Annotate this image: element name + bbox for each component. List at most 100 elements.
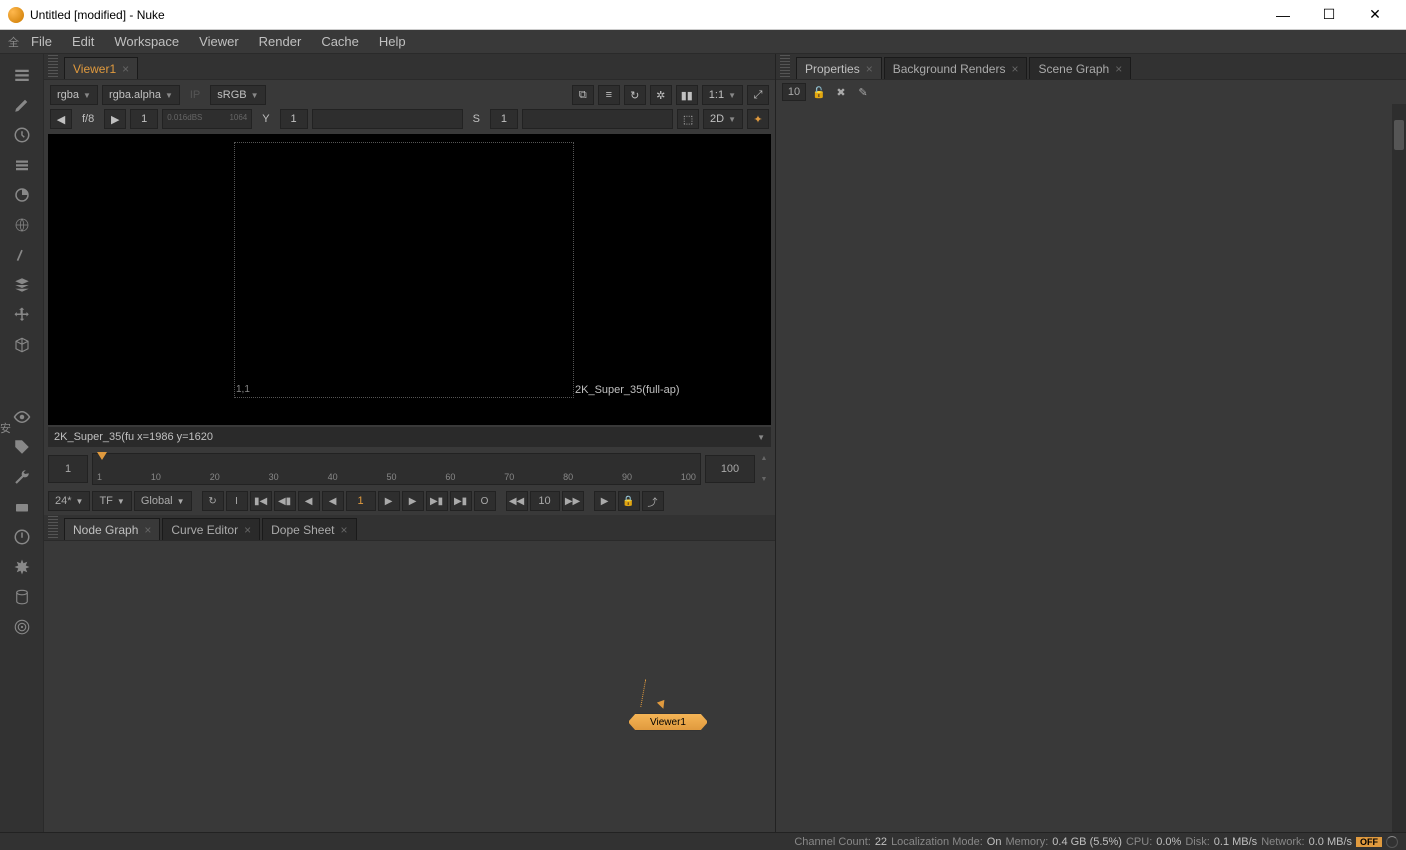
go-start-icon[interactable]: ▮◀ — [250, 491, 272, 511]
pause-icon[interactable]: ▮▮ — [676, 85, 698, 105]
frame-in-field[interactable]: 1 — [48, 455, 88, 483]
prev-key-icon[interactable]: ◀▮ — [274, 491, 296, 511]
tool-layers-icon[interactable] — [0, 150, 44, 180]
panel-grip-icon[interactable] — [780, 55, 790, 77]
close-icon[interactable]: × — [866, 62, 873, 76]
wipe-icon[interactable]: ⧉ — [572, 85, 594, 105]
fstop-left-icon[interactable]: ◀ — [50, 109, 72, 129]
zoom-ratio-dropdown[interactable]: 1:1▼ — [702, 85, 743, 105]
panel-grip-icon[interactable] — [48, 55, 58, 77]
menu-workspace[interactable]: Workspace — [104, 31, 189, 52]
tab-curve-editor[interactable]: Curve Editor × — [162, 518, 260, 540]
close-icon[interactable]: × — [122, 62, 129, 76]
fstop-slider[interactable]: 0.016dBS 1064 — [162, 109, 252, 129]
close-button[interactable]: ✕ — [1352, 0, 1398, 30]
menu-render[interactable]: Render — [249, 31, 312, 52]
flipbook-icon[interactable]: ▶ — [594, 491, 616, 511]
menu-cache[interactable]: Cache — [311, 31, 369, 52]
gear-icon[interactable]: ✲ — [650, 85, 672, 105]
tab-scene-graph[interactable]: Scene Graph × — [1029, 57, 1131, 79]
clear-all-icon[interactable]: ✖ — [832, 83, 850, 101]
frame-out-field[interactable]: 100 — [705, 455, 755, 483]
expand-icon[interactable]: ⤢ — [747, 85, 769, 105]
step-back-icon[interactable]: ◀ — [298, 491, 320, 511]
tool-stack-icon[interactable] — [0, 270, 44, 300]
step-forward-icon[interactable]: ▶ — [402, 491, 424, 511]
tool-pie-icon[interactable] — [0, 180, 44, 210]
s-slider[interactable] — [522, 109, 673, 129]
fps-dropdown[interactable]: 24*▼ — [48, 491, 90, 511]
channel-dropdown[interactable]: rgba▼ — [50, 85, 98, 105]
jump-forward-icon[interactable]: ▶▶ — [562, 491, 584, 511]
close-icon[interactable]: × — [1115, 62, 1122, 76]
menu-viewer[interactable]: Viewer — [189, 31, 249, 52]
close-icon[interactable]: × — [341, 523, 348, 537]
tool-pen-icon[interactable] — [0, 90, 44, 120]
tool-power-icon[interactable] — [0, 522, 44, 552]
tab-background-renders[interactable]: Background Renders × — [884, 57, 1028, 79]
in-point-icon[interactable]: I — [226, 491, 248, 511]
scope-dropdown[interactable]: Global▼ — [134, 491, 192, 511]
export-icon[interactable]: ⤴ — [642, 491, 664, 511]
status-off-badge[interactable]: OFF — [1356, 837, 1382, 847]
tab-viewer1[interactable]: Viewer1 × — [64, 57, 138, 79]
lut-dropdown[interactable]: sRGB▼ — [210, 85, 265, 105]
minimize-button[interactable]: — — [1260, 0, 1306, 30]
alpha-dropdown[interactable]: rgba.alpha▼ — [102, 85, 180, 105]
info-dropdown-icon[interactable]: ▼ — [757, 433, 765, 442]
viewer-canvas[interactable]: 1,1 2K_Super_35(full-ap) — [48, 134, 771, 425]
lock-icon[interactable]: 🔒 — [618, 491, 640, 511]
tool-disk-icon[interactable] — [0, 492, 44, 522]
next-key-icon[interactable]: ▶▮ — [426, 491, 448, 511]
tool-select-icon[interactable] — [0, 60, 44, 90]
viewer-info-bar[interactable]: 2K_Super_35(fu x=1986 y=1620 ▼ — [48, 427, 771, 447]
tool-wrench-icon[interactable] — [0, 462, 44, 492]
timeline-track[interactable]: 1 10 20 30 40 50 60 70 80 90 100 — [92, 453, 701, 485]
tab-node-graph[interactable]: Node Graph × — [64, 518, 160, 540]
scrollbar-thumb[interactable] — [1394, 120, 1404, 150]
out-point-icon[interactable]: O — [474, 491, 496, 511]
jump-back-icon[interactable]: ◀◀ — [506, 491, 528, 511]
menu-help[interactable]: Help — [369, 31, 416, 52]
tab-dope-sheet[interactable]: Dope Sheet × — [262, 518, 356, 540]
node-graph-canvas[interactable]: Viewer1 — [44, 541, 775, 832]
tool-sparkle-icon[interactable] — [0, 360, 44, 390]
lock-open-icon[interactable]: 🔓 — [810, 83, 828, 101]
camera-icon[interactable]: ✦ — [747, 109, 769, 129]
close-icon[interactable]: × — [1011, 62, 1018, 76]
jump-frames-field[interactable]: 10 — [530, 491, 560, 511]
loop-mode-icon[interactable]: ↻ — [202, 491, 224, 511]
play-forward-icon[interactable]: ▶ — [378, 491, 400, 511]
tool-burst-icon[interactable] — [0, 552, 44, 582]
scrollbar[interactable] — [1392, 104, 1406, 832]
list-icon[interactable]: ≡ — [598, 85, 620, 105]
maximize-button[interactable]: ☐ — [1306, 0, 1352, 30]
timeline-spinner[interactable]: ▲ ▼ — [757, 455, 771, 483]
props-max-panels[interactable]: 10 — [782, 83, 806, 101]
tool-clock-icon[interactable] — [0, 120, 44, 150]
dimension-dropdown[interactable]: 2D▼ — [703, 109, 743, 129]
menu-edit[interactable]: Edit — [62, 31, 104, 52]
tool-barrel-icon[interactable] — [0, 582, 44, 612]
bbox-icon[interactable]: ⬚ — [677, 109, 699, 129]
play-back-icon[interactable]: ◀ — [322, 491, 344, 511]
close-icon[interactable]: × — [244, 523, 251, 537]
tool-cube-icon[interactable] — [0, 330, 44, 360]
menu-file[interactable]: File — [21, 31, 62, 52]
close-icon[interactable]: × — [144, 523, 151, 537]
fstop-right-icon[interactable]: ▶ — [104, 109, 126, 129]
panel-grip-icon[interactable] — [48, 516, 58, 538]
s-value[interactable]: 1 — [490, 109, 518, 129]
tool-move-icon[interactable] — [0, 300, 44, 330]
tool-tag-icon[interactable] — [0, 432, 44, 462]
refresh-icon[interactable]: ↻ — [624, 85, 646, 105]
gamma-value[interactable]: 1 — [280, 109, 308, 129]
tool-pick-icon[interactable] — [0, 240, 44, 270]
edit-icon[interactable]: ✎ — [854, 83, 872, 101]
gamma-slider[interactable] — [312, 109, 463, 129]
fstop-value[interactable]: 1 — [130, 109, 158, 129]
go-end-icon[interactable]: ▶▮ — [450, 491, 472, 511]
tab-properties[interactable]: Properties × — [796, 57, 882, 79]
tool-globe-icon[interactable] — [0, 210, 44, 240]
current-frame-field[interactable]: 1 — [346, 491, 376, 511]
